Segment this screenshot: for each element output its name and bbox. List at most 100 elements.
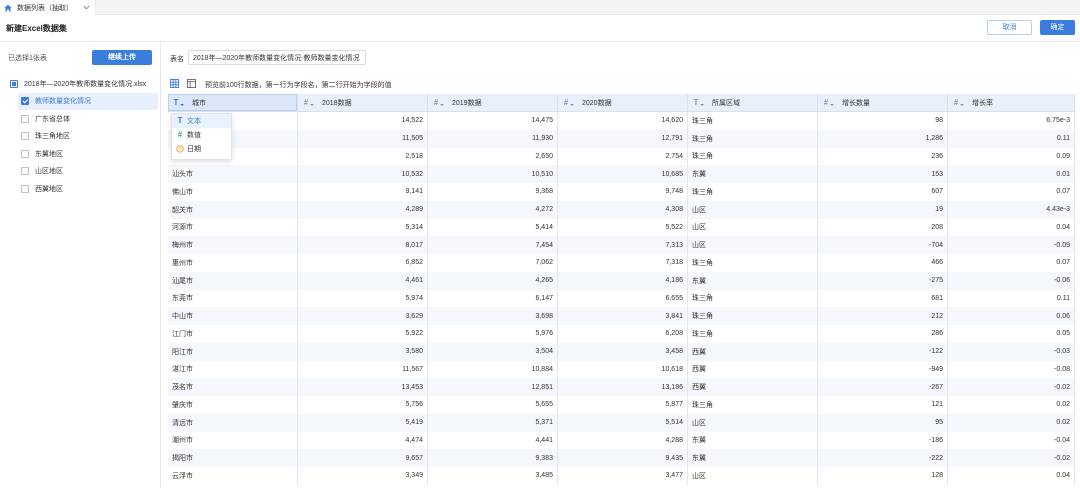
table-cell[interactable]: 5,419 <box>298 413 428 432</box>
table-cell[interactable]: 5,756 <box>298 396 428 414</box>
table-cell[interactable]: 3,580 <box>298 342 428 361</box>
table-cell[interactable]: 东翼 <box>688 271 818 290</box>
table-cell[interactable]: 6,655 <box>558 289 688 308</box>
table-cell[interactable]: 95 <box>818 413 948 432</box>
table-name-input[interactable] <box>188 50 366 65</box>
table-row[interactable]: 2,518 2,650 2,754 珠三角 236 0.09 <box>168 147 1075 166</box>
table-cell[interactable]: 山区 <box>688 200 818 219</box>
table-cell[interactable]: 11,505 <box>298 129 428 148</box>
table-row[interactable]: 韶关市 4,289 4,272 4,308 山区 19 4.43e-3 <box>168 200 1075 219</box>
table-cell[interactable]: 10,618 <box>558 360 688 379</box>
sheet-item[interactable]: 东翼地区 <box>18 145 158 163</box>
table-cell[interactable]: 7,318 <box>558 254 688 272</box>
text-type-icon[interactable]: T <box>173 98 179 107</box>
table-cell[interactable]: 9,141 <box>298 183 428 201</box>
sheet-checkbox[interactable] <box>21 97 29 106</box>
table-row[interactable]: 湛江市 11,567 10,884 10,618 西翼 -949 -0.08 <box>168 360 1075 379</box>
table-cell[interactable]: 10,532 <box>298 165 428 183</box>
table-cell[interactable]: 4,461 <box>298 271 428 290</box>
table-cell[interactable]: 10,685 <box>558 165 688 183</box>
table-row[interactable]: 江门市 5,922 5,976 6,208 珠三角 286 0.05 <box>168 325 1075 343</box>
sheet-item[interactable]: 西翼地区 <box>18 180 158 198</box>
table-cell[interactable]: 5,314 <box>298 218 428 237</box>
table-row[interactable]: 中山市 3,629 3,698 3,841 珠三角 212 0.06 <box>168 307 1075 325</box>
table-cell[interactable]: 清远市 <box>168 413 298 432</box>
file-item[interactable]: 2018年—2020年教师数量变化情况.xlsx <box>0 75 160 93</box>
table-cell[interactable]: 珠三角 <box>688 129 818 148</box>
table-cell[interactable]: 9,657 <box>298 449 428 467</box>
column-header[interactable]: #2020数据 <box>558 94 688 111</box>
table-row[interactable]: 肇庆市 5,756 5,655 5,877 珠三角 121 0.02 <box>168 396 1075 414</box>
number-type-icon[interactable]: # <box>953 98 959 107</box>
table-cell[interactable]: 5,414 <box>428 218 558 237</box>
table-cell[interactable]: 河源市 <box>168 218 298 237</box>
table-cell[interactable]: 汕尾市 <box>168 271 298 290</box>
table-cell[interactable]: 4,441 <box>428 431 558 450</box>
table-cell[interactable]: 208 <box>818 218 948 237</box>
table-cell[interactable]: 5,976 <box>428 325 558 343</box>
table-cell[interactable]: 中山市 <box>168 307 298 325</box>
tab-data-list[interactable]: 数据列表（抽取） <box>0 0 96 15</box>
table-row[interactable]: 东莞市 5,974 6,147 6,655 珠三角 681 0.11 <box>168 289 1075 308</box>
number-type-icon[interactable]: # <box>303 98 309 107</box>
table-cell[interactable]: 7,313 <box>558 236 688 254</box>
table-cell[interactable]: 0.09 <box>948 147 1075 166</box>
table-cell[interactable]: 3,504 <box>428 342 558 361</box>
table-cell[interactable]: 东翼 <box>688 431 818 450</box>
table-cell[interactable]: 0.02 <box>948 413 1075 432</box>
table-cell[interactable]: 珠三角 <box>688 307 818 325</box>
table-cell[interactable]: 揭阳市 <box>168 449 298 467</box>
table-cell[interactable]: 98 <box>818 112 948 130</box>
table-cell[interactable]: 2,518 <box>298 147 428 166</box>
table-row[interactable]: 河源市 5,314 5,414 5,522 山区 208 0.04 <box>168 218 1075 237</box>
table-cell[interactable]: 汕头市 <box>168 165 298 183</box>
column-header[interactable]: #2018数据 <box>298 94 428 111</box>
table-cell[interactable]: 5,877 <box>558 396 688 414</box>
table-cell[interactable]: 3,485 <box>428 467 558 485</box>
table-cell[interactable]: 11,567 <box>298 360 428 379</box>
table-cell[interactable]: -0.02 <box>948 449 1075 467</box>
table-cell[interactable]: 0.06 <box>948 307 1075 325</box>
table-cell[interactable]: 1,286 <box>818 129 948 148</box>
table-cell[interactable]: 0.05 <box>948 325 1075 343</box>
table-cell[interactable]: 6,147 <box>428 289 558 308</box>
table-cell[interactable]: 13,453 <box>298 378 428 396</box>
file-checkbox[interactable] <box>10 79 18 88</box>
table-cell[interactable]: 14,475 <box>428 112 558 130</box>
table-cell[interactable]: 5,514 <box>558 413 688 432</box>
form-view-icon[interactable] <box>187 79 196 88</box>
sheet-checkbox[interactable] <box>21 184 29 193</box>
table-cell[interactable]: 珠三角 <box>688 325 818 343</box>
table-cell[interactable]: 山区 <box>688 218 818 237</box>
table-cell[interactable]: 3,629 <box>298 307 428 325</box>
table-row[interactable]: 梅州市 8,017 7,454 7,313 山区 -704 -0.09 <box>168 236 1075 254</box>
table-cell[interactable]: -0.03 <box>948 342 1075 361</box>
table-cell[interactable]: 6.75e-3 <box>948 112 1075 130</box>
table-cell[interactable]: 14,620 <box>558 112 688 130</box>
table-cell[interactable]: 西翼 <box>688 378 818 396</box>
sheet-checkbox[interactable] <box>21 167 29 176</box>
table-cell[interactable]: 12,851 <box>428 378 558 396</box>
table-cell[interactable]: 7,454 <box>428 236 558 254</box>
table-cell[interactable]: 西翼 <box>688 342 818 361</box>
confirm-button[interactable]: 确定 <box>1040 20 1075 35</box>
table-cell[interactable]: 681 <box>818 289 948 308</box>
table-cell[interactable]: 2,650 <box>428 147 558 166</box>
table-cell[interactable]: 珠三角 <box>688 289 818 308</box>
sheet-item[interactable]: 广东省总体 <box>18 110 158 128</box>
column-header[interactable]: #2019数据 <box>428 94 558 111</box>
table-cell[interactable]: 14,522 <box>298 112 428 130</box>
table-cell[interactable]: -949 <box>818 360 948 379</box>
table-cell[interactable]: 11,930 <box>428 129 558 148</box>
table-cell[interactable]: 466 <box>818 254 948 272</box>
table-cell[interactable]: 7,062 <box>428 254 558 272</box>
table-cell[interactable]: -222 <box>818 449 948 467</box>
table-cell[interactable]: 8,017 <box>298 236 428 254</box>
sheet-item[interactable]: 教师数量变化情况 <box>18 92 158 110</box>
table-cell[interactable]: 12,791 <box>558 129 688 148</box>
type-menu-item[interactable]: T 文本 <box>172 114 231 128</box>
table-cell[interactable]: 5,655 <box>428 396 558 414</box>
table-cell[interactable]: 潮州市 <box>168 431 298 450</box>
sheet-item[interactable]: 山区地区 <box>18 163 158 181</box>
table-cell[interactable]: 山区 <box>688 236 818 254</box>
